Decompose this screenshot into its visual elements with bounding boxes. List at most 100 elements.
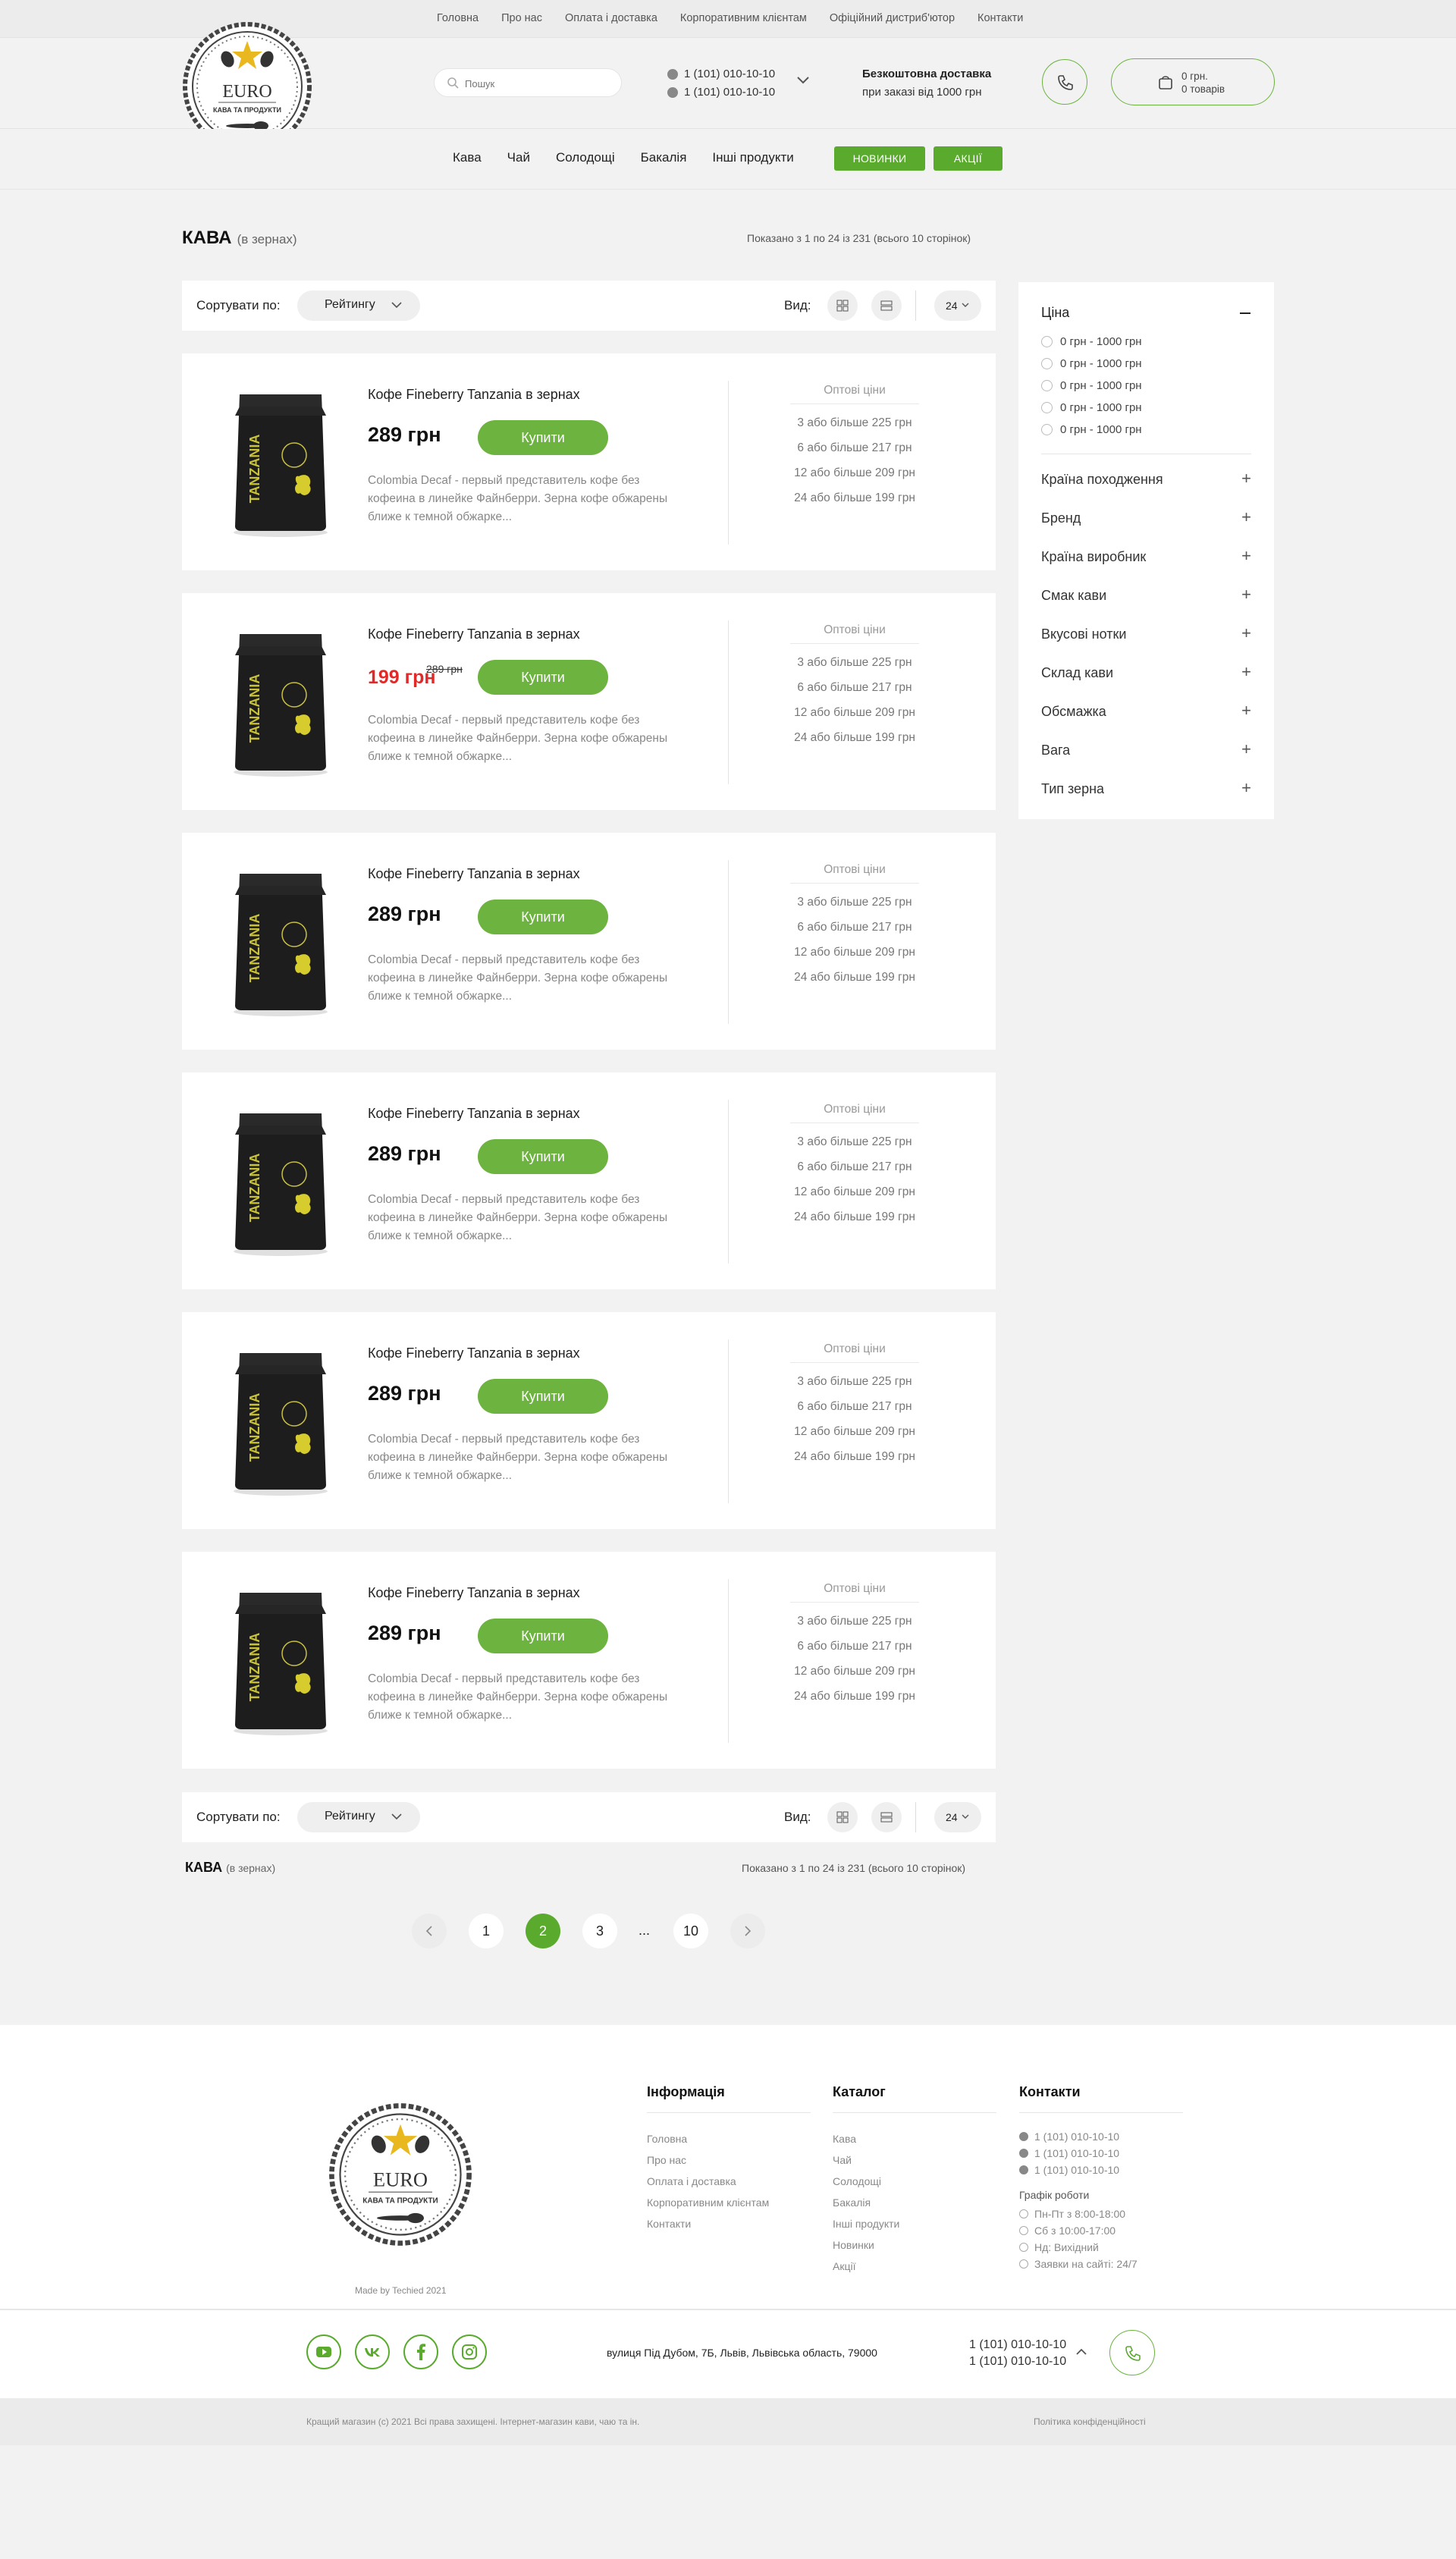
buy-button[interactable]: Купити: [478, 1139, 608, 1174]
footer-link[interactable]: Акції: [833, 2256, 996, 2277]
product-name[interactable]: Кофе Fineberry Tanzania в зернах: [368, 1345, 580, 1361]
price-option[interactable]: 0 грн - 1000 грн: [1041, 335, 1142, 348]
product-name[interactable]: Кофе Fineberry Tanzania в зернах: [368, 1106, 580, 1122]
footer-link[interactable]: Бакалія: [833, 2192, 996, 2213]
top-link-home[interactable]: Головна: [437, 12, 479, 24]
footer-phone[interactable]: 1 (101) 010-10-10: [1019, 2128, 1183, 2145]
product-image[interactable]: TANZANIA: [229, 865, 332, 1016]
list-view-button[interactable]: [871, 1802, 902, 1832]
privacy-link[interactable]: Політика конфіденційності: [1034, 2416, 1146, 2427]
grid-view-button[interactable]: [827, 290, 858, 321]
page-10-button[interactable]: 10: [673, 1914, 708, 1948]
top-link-about[interactable]: Про нас: [501, 12, 542, 24]
product-price: 289 грн: [368, 1622, 441, 1644]
nav-item-other[interactable]: Інші продукти: [712, 150, 793, 165]
chevron-down-icon[interactable]: [796, 76, 810, 85]
youtube-button[interactable]: [306, 2334, 341, 2369]
next-page-button[interactable]: [730, 1914, 765, 1948]
product-image[interactable]: TANZANIA: [229, 1584, 332, 1735]
product-name[interactable]: Кофе Fineberry Tanzania в зернах: [368, 866, 580, 882]
buy-button[interactable]: Купити: [478, 1619, 608, 1653]
footer-phone-2[interactable]: 1 (101) 010-10-10: [969, 2353, 1066, 2370]
per-page-select[interactable]: 24: [934, 290, 981, 321]
top-link-payment[interactable]: Оплата і доставка: [565, 12, 657, 24]
footer-link[interactable]: Новинки: [833, 2234, 996, 2256]
cart-button[interactable]: 0 грн. 0 товарів: [1111, 58, 1275, 105]
page-2-button[interactable]: 2: [526, 1914, 560, 1948]
grid-view-button[interactable]: [827, 1802, 858, 1832]
top-link-distributor[interactable]: Офіційний дистриб'ютор: [830, 12, 955, 24]
filter-group-bean-type[interactable]: Тип зерна +: [1041, 780, 1251, 797]
product-image[interactable]: TANZANIA: [229, 385, 332, 537]
wholesale-row: 24 або більше 199 грн: [794, 491, 915, 504]
page-3-button[interactable]: 3: [582, 1914, 617, 1948]
footer-link[interactable]: Чай: [833, 2149, 996, 2171]
footer-phone[interactable]: 1 (101) 010-10-10: [1019, 2162, 1183, 2178]
filter-group-taste[interactable]: Смак кави +: [1041, 586, 1251, 604]
phone-icon: [1125, 2346, 1141, 2361]
price-option[interactable]: 0 грн - 1000 грн: [1041, 379, 1142, 392]
footer-link[interactable]: Оплата і доставка: [647, 2171, 811, 2192]
footer-link[interactable]: Головна: [647, 2128, 811, 2149]
filter-group-composition[interactable]: Склад кави +: [1041, 664, 1251, 681]
price-option[interactable]: 0 грн - 1000 грн: [1041, 401, 1142, 414]
filter-group-weight[interactable]: Вага +: [1041, 741, 1251, 758]
price-option[interactable]: 0 грн - 1000 грн: [1041, 357, 1142, 370]
sort-select[interactable]: Рейтингу: [297, 290, 420, 321]
nav-item-tea[interactable]: Чай: [507, 150, 530, 165]
footer-link[interactable]: Кава: [833, 2128, 996, 2149]
footer-link[interactable]: Про нас: [647, 2149, 811, 2171]
search-input[interactable]: [465, 75, 609, 92]
nav-item-coffee[interactable]: Кава: [453, 150, 482, 165]
product-image[interactable]: TANZANIA: [229, 625, 332, 777]
product-name[interactable]: Кофе Fineberry Tanzania в зернах: [368, 626, 580, 642]
header-phone-1[interactable]: 1 (101) 010-10-10: [684, 65, 775, 83]
product-name[interactable]: Кофе Fineberry Tanzania в зернах: [368, 1585, 580, 1601]
product-image[interactable]: TANZANIA: [229, 1104, 332, 1256]
footer-phone[interactable]: 1 (101) 010-10-10: [1019, 2145, 1183, 2162]
instagram-button[interactable]: [452, 2334, 487, 2369]
footer-link[interactable]: Солодощі: [833, 2171, 996, 2192]
list-view-button[interactable]: [871, 290, 902, 321]
chevron-up-icon[interactable]: [1075, 2348, 1087, 2356]
page-1-button[interactable]: 1: [469, 1914, 504, 1948]
per-page-select[interactable]: 24: [934, 1802, 981, 1832]
nav-promo-button[interactable]: АКЦІЇ: [934, 146, 1003, 171]
filter-group-notes[interactable]: Вкусові нотки +: [1041, 625, 1251, 642]
footer-link[interactable]: Контакти: [647, 2213, 811, 2234]
footer-link[interactable]: Корпоративним клієнтам: [647, 2192, 811, 2213]
buy-button[interactable]: Купити: [478, 900, 608, 934]
wholesale-prices: Оптові ціни 3 або більше 225 грн 6 або біл…: [790, 1342, 919, 1469]
buy-button[interactable]: Купити: [478, 660, 608, 695]
vk-button[interactable]: [355, 2334, 390, 2369]
filter-group-roast[interactable]: Обсмажка +: [1041, 702, 1251, 720]
product-image[interactable]: TANZANIA: [229, 1344, 332, 1496]
sort-select[interactable]: Рейтингу: [297, 1802, 420, 1832]
buy-button[interactable]: Купити: [478, 1379, 608, 1414]
footer-phone-1[interactable]: 1 (101) 010-10-10: [969, 2337, 1066, 2353]
top-link-contacts[interactable]: Контакти: [977, 12, 1023, 24]
nav-item-grocery[interactable]: Бакалія: [641, 150, 687, 165]
footer-callback-button[interactable]: [1109, 2330, 1155, 2375]
filter-group-origin[interactable]: Країна походження +: [1041, 470, 1251, 488]
filter-price-title[interactable]: Ціна: [1041, 305, 1069, 321]
prev-page-button[interactable]: [412, 1914, 447, 1948]
nav-new-button[interactable]: НОВИНКИ: [834, 146, 925, 171]
footer-link[interactable]: Інші продукти: [833, 2213, 996, 2234]
facebook-button[interactable]: [403, 2334, 438, 2369]
footer-logo[interactable]: EURO КАВА ТА ПРОДУКТИ: [328, 2102, 472, 2247]
callback-button[interactable]: [1042, 59, 1087, 105]
search-box[interactable]: [434, 68, 622, 97]
buy-button[interactable]: Купити: [478, 420, 608, 455]
filter-group-maker-country[interactable]: Країна виробник +: [1041, 548, 1251, 565]
wholesale-row: 6 або більше 217 грн: [797, 1640, 912, 1653]
minus-icon[interactable]: [1240, 312, 1250, 314]
header-phone-2[interactable]: 1 (101) 010-10-10: [684, 83, 775, 102]
filter-group-brand[interactable]: Бренд +: [1041, 509, 1251, 526]
grid-icon: [836, 1811, 849, 1823]
top-link-corporate[interactable]: Корпоративним клієнтам: [680, 12, 807, 24]
wholesale-prices: Оптові ціни 3 або більше 225 грн 6 або біл…: [790, 1103, 919, 1229]
nav-item-sweets[interactable]: Солодощі: [556, 150, 615, 165]
price-option[interactable]: 0 грн - 1000 грн: [1041, 423, 1142, 436]
product-name[interactable]: Кофе Fineberry Tanzania в зернах: [368, 387, 580, 403]
